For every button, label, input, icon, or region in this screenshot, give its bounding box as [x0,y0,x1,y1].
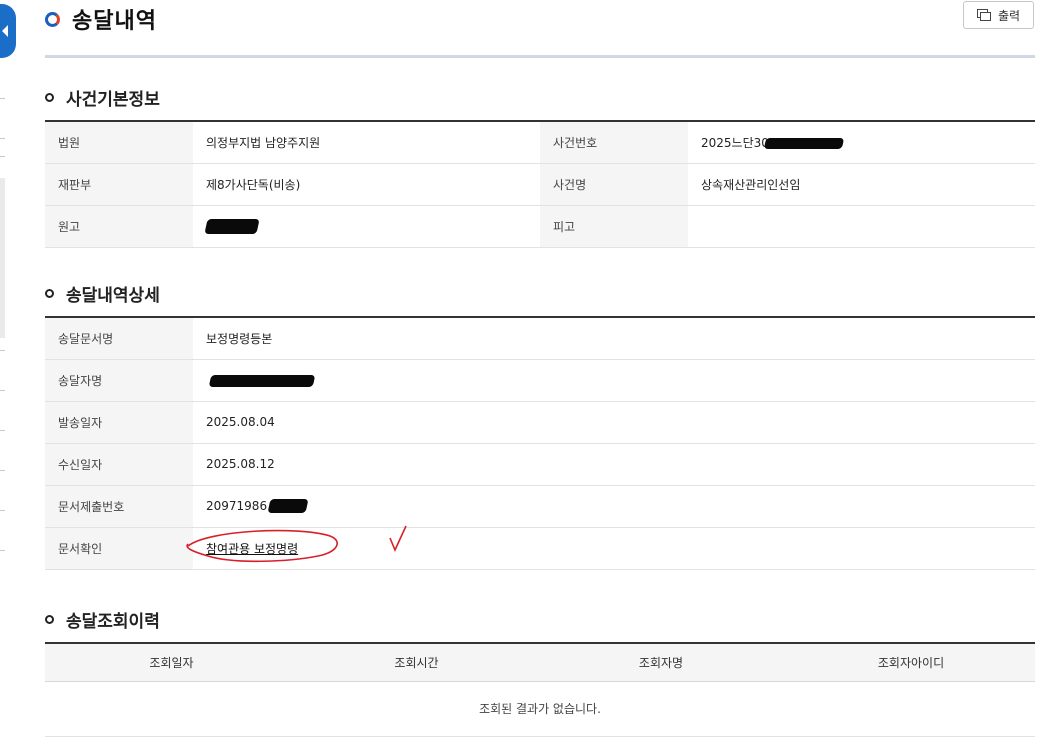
case-name-label: 사건명 [540,163,688,206]
court-value: 의정부지법 남양주지원 [193,121,540,164]
plaintiff-label: 원고 [45,205,193,248]
redaction-mark [204,218,260,234]
case-number-cell: 2025느단30 [688,121,1035,164]
table-row: 문서제출번호 20971986 [45,485,1035,528]
page-header: 송달내역 [45,4,157,34]
doc-name-value: 보정명령등본 [193,317,1035,360]
doc-number-value: 20971986 [206,498,268,513]
doc-name-label: 송달문서명 [45,317,193,360]
history-table: 조회일자 조회시간 조회자명 조회자아이디 조회된 결과가 없습니다. [45,642,1035,737]
table-row: 송달자명 [45,359,1035,402]
division-label: 재판부 [45,163,193,206]
section-ring-icon [45,288,54,298]
page-title: 송달내역 [72,9,157,34]
section-ring-icon [45,614,54,624]
sent-date-value: 2025.08.04 [193,401,1035,444]
table-row: 원고 피고 [45,205,1035,248]
sidebar-toggle-button[interactable] [0,4,16,58]
printer-icon [976,9,991,21]
case-number-value: 2025느단30 [701,135,769,150]
delivery-detail-header: 송달내역상세 [45,281,160,306]
table-header-row: 조회일자 조회시간 조회자명 조회자아이디 [45,643,1035,682]
table-row: 수신일자 2025.08.12 [45,443,1035,486]
history-header: 송달조회이력 [45,607,160,632]
sent-date-label: 발송일자 [45,401,193,444]
table-row: 재판부 제8가사단독(비송) 사건명 상속재산관리인선임 [45,163,1035,206]
title-divider [45,55,1035,58]
title-ring-icon [45,11,60,27]
plaintiff-cell [193,205,540,248]
received-date-value: 2025.08.12 [193,443,1035,486]
section-title: 송달내역상세 [66,285,160,306]
table-row: 송달문서명 보정명령등본 [45,317,1035,360]
doc-check-cell: 참여관용 보정명령 [193,527,1035,570]
section-title: 송달조회이력 [66,611,160,632]
table-row: 문서확인 참여관용 보정명령 [45,527,1035,570]
division-value: 제8가사단독(비송) [193,163,540,206]
doc-number-cell: 20971986 [193,485,1035,528]
redaction-mark [267,499,309,514]
recipient-label: 송달자명 [45,359,193,402]
defendant-value [688,205,1035,248]
case-number-label: 사건번호 [540,121,688,164]
sidebar-edge [0,60,6,580]
table-row: 법원 의정부지법 남양주지원 사건번호 2025느단30 [45,121,1035,164]
column-header-date: 조회일자 [45,643,298,682]
case-name-value: 상속재산관리인선임 [688,163,1035,206]
column-header-name: 조회자명 [535,643,787,682]
recipient-cell [193,359,1035,402]
section-ring-icon [45,92,54,102]
court-label: 법원 [45,121,193,164]
doc-check-link[interactable]: 참여관용 보정명령 [206,542,298,556]
defendant-label: 피고 [540,205,688,248]
doc-check-label: 문서확인 [45,527,193,570]
redaction-mark [208,374,316,387]
case-info-header: 사건기본정보 [45,85,160,110]
column-header-id: 조회자아이디 [787,643,1035,682]
empty-message: 조회된 결과가 없습니다. [45,681,1035,737]
table-row: 조회된 결과가 없습니다. [45,681,1035,737]
column-header-time: 조회시간 [298,643,535,682]
section-title: 사건기본정보 [66,89,160,110]
received-date-label: 수신일자 [45,443,193,486]
table-row: 발송일자 2025.08.04 [45,401,1035,444]
print-button[interactable]: 출력 [963,1,1034,29]
doc-number-label: 문서제출번호 [45,485,193,528]
print-button-label: 출력 [997,8,1021,23]
chevron-left-icon [2,25,8,37]
delivery-detail-table: 송달문서명 보정명령등본 송달자명 발송일자 2025.08.04 수신일자 2… [45,316,1035,570]
redaction-mark [763,137,845,149]
case-info-table: 법원 의정부지법 남양주지원 사건번호 2025느단30 재판부 제8가사단독(… [45,120,1035,248]
